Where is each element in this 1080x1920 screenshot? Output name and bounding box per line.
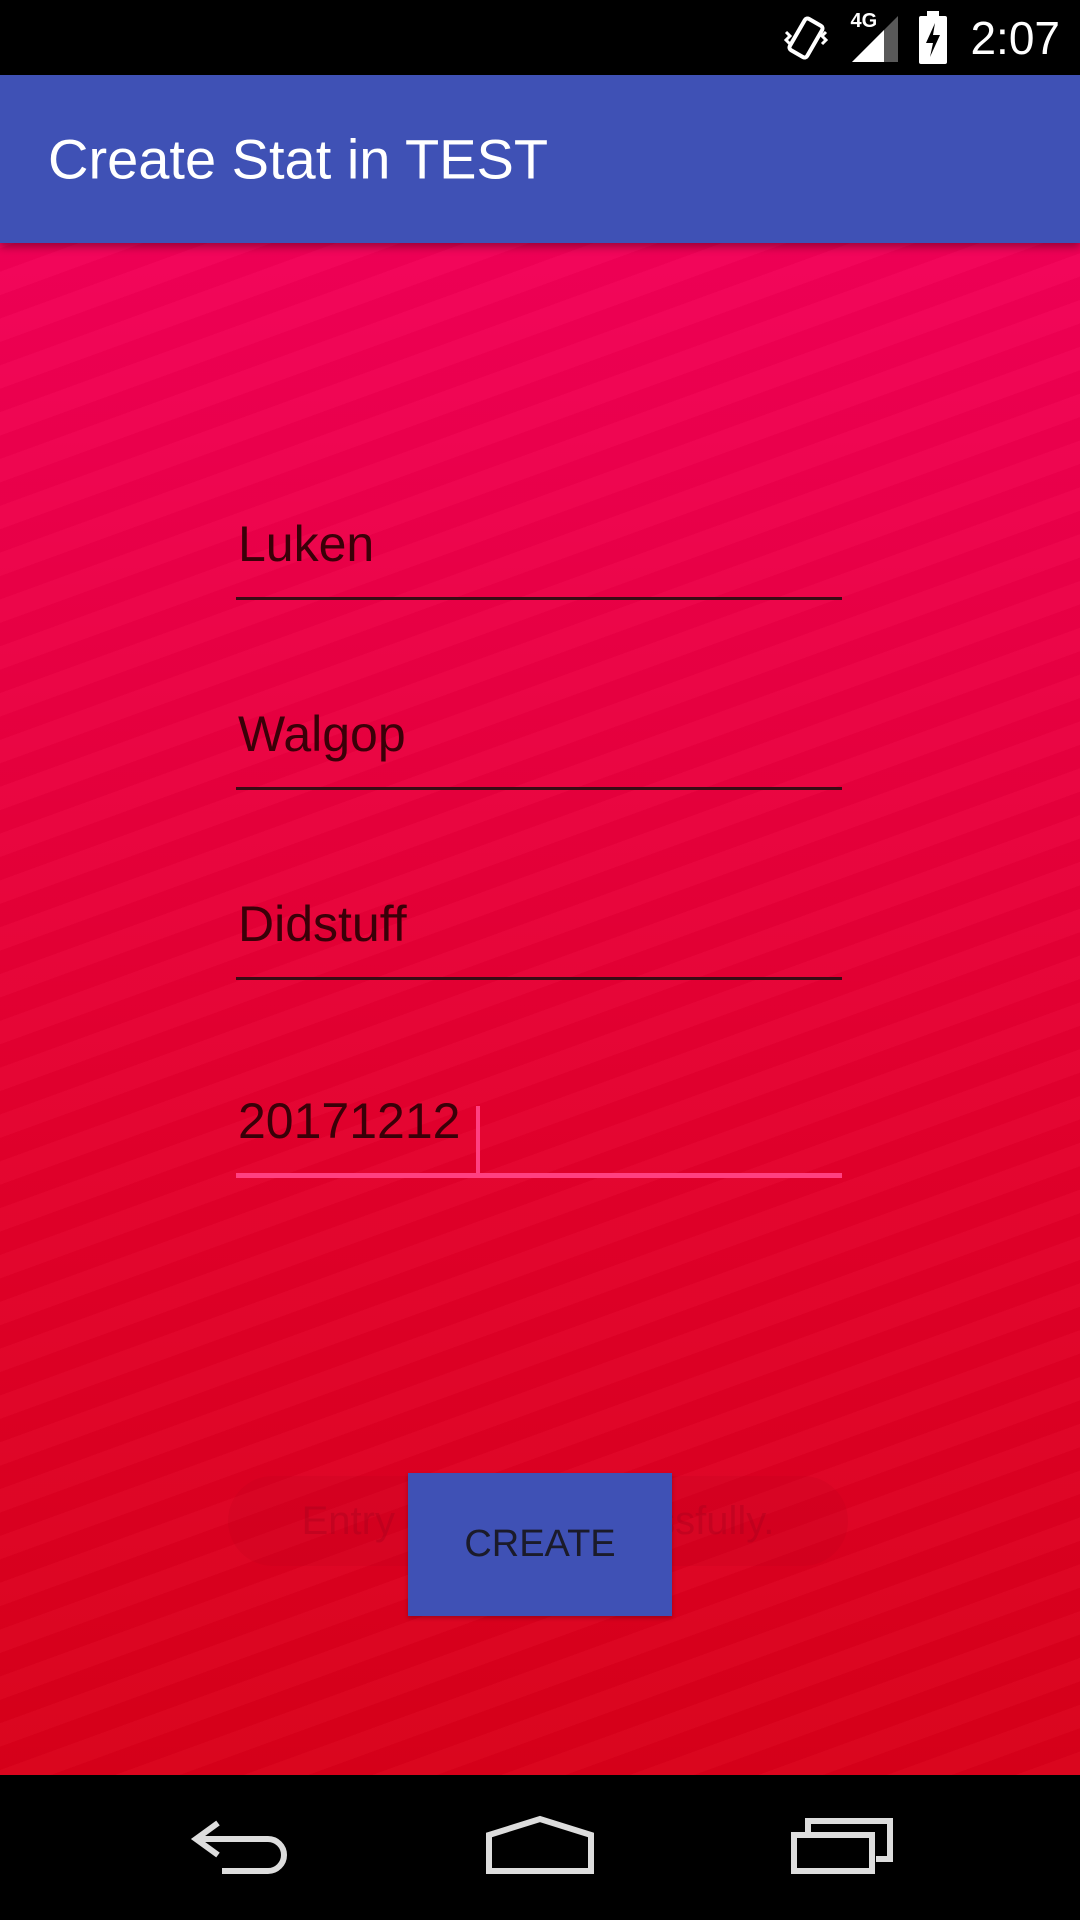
status-bar: 4G 2:07 xyxy=(0,0,1080,75)
status-time: 2:07 xyxy=(970,11,1060,64)
form-content: Entry created successfully. CREATE xyxy=(0,243,1080,1775)
activity-field[interactable] xyxy=(236,880,842,980)
date-field-container xyxy=(236,1078,842,1278)
first-name-field[interactable] xyxy=(236,500,842,600)
network-type-label: 4G xyxy=(850,9,878,32)
vibrate-icon xyxy=(782,12,830,64)
recents-button[interactable] xyxy=(752,1775,932,1920)
home-icon xyxy=(485,1815,595,1880)
page-title: Create Stat in TEST xyxy=(48,127,549,191)
first-name-field-container xyxy=(236,500,842,600)
status-icons: 4G 2:07 xyxy=(782,0,1060,75)
home-button[interactable] xyxy=(450,1775,630,1920)
create-button[interactable]: CREATE xyxy=(408,1473,672,1616)
signal-4g-icon: 4G xyxy=(848,9,900,64)
recents-icon xyxy=(790,1815,894,1880)
last-name-field[interactable] xyxy=(236,690,842,790)
date-field[interactable] xyxy=(236,1078,842,1178)
battery-charging-icon xyxy=(918,10,948,65)
nav-bar xyxy=(0,1775,1080,1920)
activity-field-container xyxy=(236,880,842,980)
app-bar: Create Stat in TEST xyxy=(0,75,1080,243)
last-name-field-container xyxy=(236,690,842,790)
back-button[interactable] xyxy=(150,1775,330,1920)
back-icon xyxy=(188,1815,292,1880)
text-caret xyxy=(476,1106,480,1174)
